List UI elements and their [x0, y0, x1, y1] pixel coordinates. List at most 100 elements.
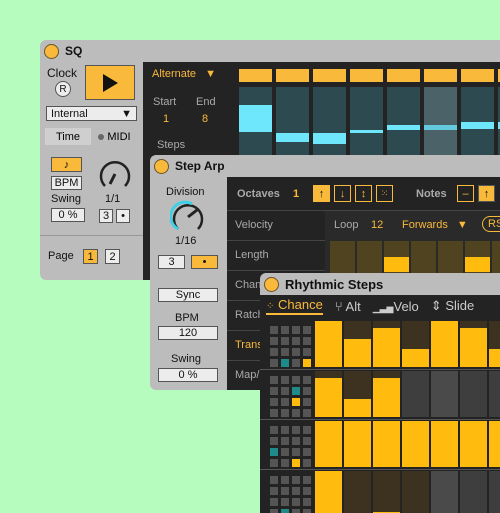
notes-minus-button[interactable]: –	[457, 185, 474, 202]
step-column[interactable]	[424, 87, 457, 155]
start-value[interactable]: 1	[163, 113, 169, 125]
chance-step[interactable]	[489, 421, 500, 467]
pad-cell[interactable]	[270, 459, 278, 467]
pad-cell[interactable]	[270, 498, 278, 506]
triplet-button[interactable]: 3	[99, 209, 113, 223]
chance-step[interactable]	[460, 471, 487, 513]
pad-cell[interactable]	[292, 337, 300, 345]
device-power-toggle[interactable]	[154, 158, 169, 174]
pad-cell[interactable]	[281, 387, 289, 395]
chance-step[interactable]	[315, 321, 342, 367]
pad-cell[interactable]	[303, 509, 311, 513]
pad-cell[interactable]	[303, 426, 311, 434]
step-column[interactable]	[350, 87, 383, 155]
pad-cell[interactable]	[292, 459, 300, 467]
clock-source-dropdown[interactable]: Internal ▼	[46, 106, 137, 121]
step-toggle[interactable]	[313, 69, 346, 82]
chance-step[interactable]	[402, 321, 429, 367]
chance-step[interactable]	[315, 421, 342, 467]
chance-step[interactable]	[431, 421, 458, 467]
notes-up-button[interactable]: ↑	[478, 185, 495, 202]
pad-cell[interactable]	[270, 348, 278, 356]
step-toggle[interactable]	[350, 69, 383, 82]
bpm-button[interactable]: BPM	[51, 176, 82, 190]
pad-cell[interactable]	[281, 359, 289, 367]
pad-cell[interactable]	[292, 448, 300, 456]
octaves-value[interactable]: 1	[293, 188, 299, 200]
pad-cell[interactable]	[270, 359, 278, 367]
pad-cell[interactable]	[292, 348, 300, 356]
pad-cell[interactable]	[270, 387, 278, 395]
tab-velo[interactable]: ▁▃▅Velo	[373, 299, 419, 314]
pad-cell[interactable]	[281, 326, 289, 334]
step-column[interactable]	[313, 87, 346, 155]
step-toggle[interactable]	[424, 69, 457, 82]
pad-cell[interactable]	[303, 376, 311, 384]
bpm-value[interactable]: 120	[158, 326, 218, 340]
chance-step[interactable]	[373, 421, 400, 467]
pad-cell[interactable]	[281, 337, 289, 345]
pad-cell[interactable]	[292, 376, 300, 384]
pad-cell[interactable]	[281, 376, 289, 384]
chance-step[interactable]	[373, 371, 400, 417]
swing-value[interactable]: 0 %	[158, 368, 218, 382]
chance-step[interactable]	[489, 371, 500, 417]
division-knob[interactable]	[170, 199, 206, 235]
swing-value[interactable]: 0 %	[51, 208, 85, 222]
pad-cell[interactable]	[292, 359, 300, 367]
pad-cell[interactable]	[270, 426, 278, 434]
chance-step[interactable]	[402, 421, 429, 467]
step-column[interactable]	[461, 87, 494, 155]
play-button[interactable]	[85, 65, 135, 100]
mode-dropdown[interactable]: Alternate ▼	[152, 68, 216, 80]
end-value[interactable]: 8	[202, 113, 208, 125]
pad-cell[interactable]	[281, 459, 289, 467]
pad-cell[interactable]	[303, 409, 311, 417]
pad-cell[interactable]	[281, 426, 289, 434]
chance-step[interactable]	[344, 421, 371, 467]
pad-cell[interactable]	[303, 387, 311, 395]
tab-slide[interactable]: ⇕ Slide	[431, 298, 474, 314]
pad-cell[interactable]	[270, 487, 278, 495]
pad-cell[interactable]	[281, 409, 289, 417]
reset-steps-button[interactable]: RS	[482, 216, 500, 232]
pattern-pad[interactable]	[262, 321, 312, 367]
pad-cell[interactable]	[303, 326, 311, 334]
pad-cell[interactable]	[292, 487, 300, 495]
pattern-pad[interactable]	[262, 421, 312, 467]
pad-cell[interactable]	[292, 409, 300, 417]
pad-cell[interactable]	[303, 487, 311, 495]
device-power-toggle[interactable]	[44, 43, 59, 59]
lane-item[interactable]: Velocity	[227, 211, 325, 241]
pad-cell[interactable]	[292, 509, 300, 513]
octave-random-button[interactable]: ⁙	[376, 185, 393, 202]
pad-cell[interactable]	[292, 476, 300, 484]
pad-cell[interactable]	[270, 409, 278, 417]
pad-cell[interactable]	[281, 398, 289, 406]
pad-cell[interactable]	[303, 359, 311, 367]
pad-cell[interactable]	[281, 476, 289, 484]
pad-cell[interactable]	[270, 376, 278, 384]
step-column[interactable]	[387, 87, 420, 155]
lane-item[interactable]: Length	[227, 241, 325, 271]
chance-step[interactable]	[431, 371, 458, 417]
page-1-button[interactable]: 1	[83, 249, 98, 264]
pattern-pad[interactable]	[262, 371, 312, 417]
loop-value[interactable]: 12	[371, 219, 383, 231]
octave-updown-button[interactable]: ↕	[355, 185, 372, 202]
device-power-toggle[interactable]	[264, 276, 279, 292]
chance-step[interactable]	[373, 321, 400, 367]
pad-cell[interactable]	[303, 498, 311, 506]
triplet-button[interactable]: 3	[158, 255, 185, 269]
chance-step[interactable]	[460, 371, 487, 417]
pad-cell[interactable]	[292, 498, 300, 506]
step-column[interactable]	[276, 87, 309, 155]
chance-step[interactable]	[489, 321, 500, 367]
chance-step[interactable]	[402, 471, 429, 513]
pad-cell[interactable]	[292, 426, 300, 434]
step-toggle[interactable]	[387, 69, 420, 82]
chance-step[interactable]	[344, 471, 371, 513]
step-toggle[interactable]	[239, 69, 272, 82]
step-column[interactable]	[239, 87, 272, 155]
chance-step[interactable]	[431, 471, 458, 513]
